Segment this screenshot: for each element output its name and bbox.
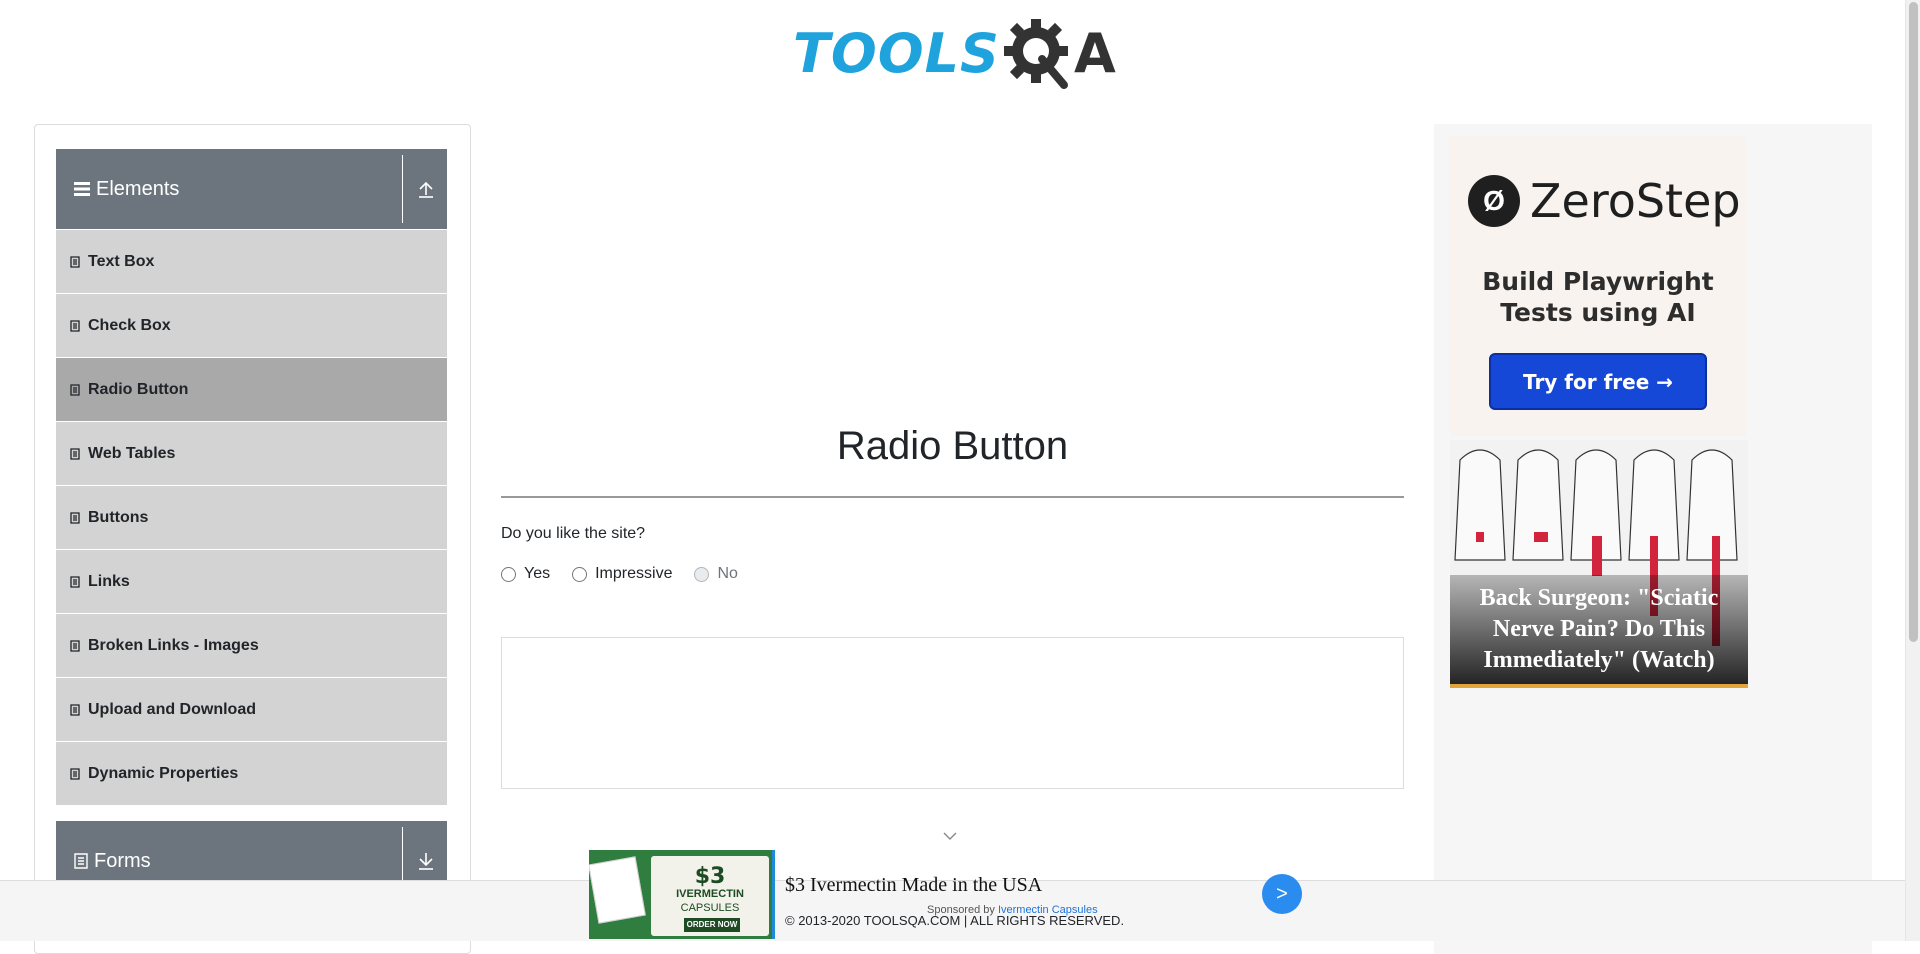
try-for-free-button[interactable]: Try for free → (1489, 353, 1707, 410)
group-label: Elements (96, 177, 180, 200)
sidebar-item-label: Web Tables (88, 444, 176, 462)
subtitle-line: Tests using AI (1500, 298, 1696, 327)
sidebar-item-label: Check Box (88, 316, 171, 334)
sidebar-item-label: Buttons (88, 508, 149, 526)
sidebar-group-elements[interactable]: Elements (56, 149, 447, 229)
doc-icon (70, 255, 80, 268)
sidebar-item-links[interactable]: Links (56, 550, 447, 614)
arrow-up-icon[interactable] (416, 177, 436, 201)
toolsqa-logo[interactable]: TOOLS A (793, 15, 1117, 91)
ad-image-form: CAPSULES (680, 902, 740, 914)
title-divider (501, 496, 1404, 498)
sidebar-item-radio-button[interactable]: Radio Button (56, 358, 447, 422)
ad-go-button[interactable]: > (1262, 874, 1302, 914)
radio-circle[interactable] (572, 566, 588, 582)
ad-image-price: $3 (694, 864, 726, 889)
ivermectin-ad-image: $3 IVERMECTIN CAPSULES ORDER NOW (589, 850, 775, 939)
logo-text: TOOLS (793, 21, 1000, 85)
doc-icon (70, 639, 80, 652)
scrollbar-thumb[interactable] (1909, 2, 1918, 642)
elements-menu: Text Box Check Box Radio Button Web Tabl… (56, 230, 447, 806)
chevron-down-icon[interactable] (942, 831, 958, 841)
bottle-image (589, 856, 646, 924)
sidebar-item-upload-download[interactable]: Upload and Download (56, 678, 447, 742)
zerostep-brand: Ø ZeroStep (1468, 174, 1741, 228)
logo-suffix: A (1073, 21, 1116, 85)
radio-yes[interactable]: Yes (501, 565, 550, 583)
zerostep-subtitle: Build Playwright Tests using AI (1450, 266, 1746, 328)
doc-icon (70, 575, 80, 588)
sidebar-item-label: Text Box (88, 252, 155, 270)
doc-icon (70, 447, 80, 460)
sponsor-prefix: Sponsored by (927, 904, 998, 916)
page-title: Radio Button (836, 424, 1069, 468)
form-icon (74, 853, 88, 869)
surgeon-ad-caption: Back Surgeon: "Sciatic Nerve Pain? Do Th… (1450, 575, 1748, 684)
sidebar-item-label: Upload and Download (88, 700, 256, 718)
radio-impressive[interactable]: Impressive (572, 565, 672, 583)
sidebar-item-text-box[interactable]: Text Box (56, 230, 447, 294)
ad-headline[interactable]: $3 Ivermectin Made in the USA (785, 874, 1042, 897)
sponsor-link[interactable]: Ivermectin Capsules (998, 904, 1098, 916)
surgeon-ad[interactable]: Back Surgeon: "Sciatic Nerve Pain? Do Th… (1450, 440, 1748, 688)
arrow-down-icon[interactable] (416, 849, 436, 873)
zerostep-logo-icon: Ø (1468, 175, 1520, 227)
sidebar-item-buttons[interactable]: Buttons (56, 486, 447, 550)
gear-q-icon (1003, 19, 1068, 89)
radio-no: No (694, 565, 738, 583)
radio-label[interactable]: Yes (524, 565, 550, 583)
ad-slot-middle (501, 637, 1404, 789)
zerostep-name: ZeroStep (1530, 174, 1741, 228)
radio-circle (694, 566, 710, 582)
zerostep-ad[interactable]: Ø ZeroStep Build Playwright Tests using … (1450, 136, 1746, 436)
ad-sponsor: Sponsored by Ivermectin Capsules (927, 904, 1098, 916)
sidebar-item-dynamic-properties[interactable]: Dynamic Properties (56, 742, 447, 806)
sidebar-item-web-tables[interactable]: Web Tables (56, 422, 447, 486)
page-scrollbar[interactable] (1905, 0, 1920, 941)
doc-icon (70, 511, 80, 524)
sidebar-item-label: Broken Links - Images (88, 636, 259, 654)
radio-group: Yes Impressive No (501, 565, 760, 583)
sidebar-item-label: Dynamic Properties (88, 764, 239, 782)
doc-icon (70, 383, 80, 396)
question-text: Do you like the site? (501, 525, 646, 542)
sidebar-item-check-box[interactable]: Check Box (56, 294, 447, 358)
menu-icon (74, 182, 90, 196)
sidebar: Elements Text Box Check Box Radio Button… (34, 124, 471, 954)
divider (402, 155, 403, 223)
sidebar-item-broken-links[interactable]: Broken Links - Images (56, 614, 447, 678)
ad-image-cta: ORDER NOW (684, 918, 740, 932)
radio-label: No (717, 565, 738, 582)
site-header: TOOLS A (0, 0, 1905, 100)
group-label: Forms (94, 849, 151, 872)
right-ad-column: Ø ZeroStep Build Playwright Tests using … (1434, 124, 1872, 954)
radio-circle[interactable] (501, 566, 516, 582)
radio-label[interactable]: Impressive (595, 565, 672, 583)
bottom-ad-banner[interactable]: $3 IVERMECTIN CAPSULES ORDER NOW $3 Iver… (589, 850, 1302, 941)
sidebar-item-label: Radio Button (88, 380, 189, 398)
doc-icon (70, 767, 80, 780)
doc-icon (70, 319, 80, 332)
subtitle-line: Build Playwright (1482, 267, 1714, 296)
ad-slot-top (501, 124, 1404, 384)
doc-icon (70, 703, 80, 716)
sidebar-item-label: Links (88, 572, 130, 590)
ad-image-product: IVERMECTIN (676, 888, 744, 900)
